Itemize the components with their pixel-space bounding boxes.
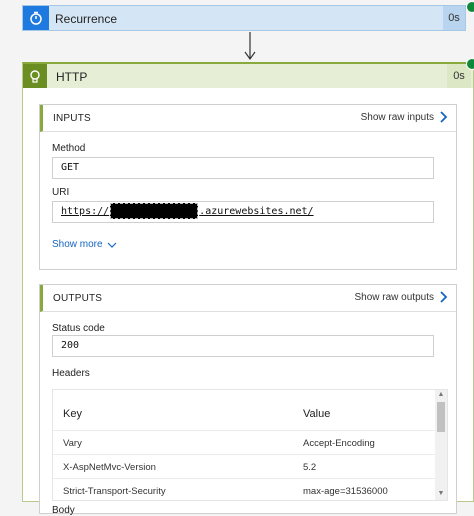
recurrence-status-dot bbox=[466, 1, 474, 13]
globe-icon bbox=[23, 64, 47, 88]
stopwatch-icon bbox=[23, 6, 49, 30]
method-label: Method bbox=[52, 143, 86, 154]
table-divider bbox=[53, 478, 437, 479]
chevron-right-icon[interactable] bbox=[438, 291, 448, 303]
outputs-label: OUTPUTS bbox=[53, 293, 103, 304]
recurrence-card[interactable]: Recurrence 0s bbox=[22, 5, 466, 31]
scroll-up-icon[interactable]: ▲ bbox=[437, 391, 445, 399]
inputs-header: INPUTS Show raw inputs bbox=[40, 105, 456, 132]
inputs-panel: INPUTS Show raw inputs Method GET URI ht… bbox=[39, 104, 457, 270]
table-divider bbox=[53, 430, 437, 431]
table-divider bbox=[53, 454, 437, 455]
row-value: 5.2 bbox=[303, 462, 317, 473]
redacted-host bbox=[110, 203, 199, 219]
http-action-card: HTTP 0s INPUTS Show raw inputs Method GE… bbox=[22, 62, 474, 516]
show-more-link[interactable]: Show more bbox=[52, 239, 117, 250]
headers-table: Key Value Vary Accept-Encoding X-AspNetM… bbox=[52, 389, 448, 501]
flow-arrow-icon bbox=[244, 32, 256, 61]
row-key: X-AspNetMvc-Version bbox=[63, 462, 156, 473]
scroll-down-icon[interactable]: ▼ bbox=[437, 490, 445, 498]
show-raw-inputs-link[interactable]: Show raw inputs bbox=[361, 112, 434, 123]
http-header[interactable]: HTTP 0s bbox=[23, 64, 473, 88]
chevron-right-icon[interactable] bbox=[438, 111, 448, 123]
show-raw-outputs-link[interactable]: Show raw outputs bbox=[355, 292, 435, 303]
uri-suffix: .azurewebsites.net/ bbox=[199, 206, 314, 217]
status-code-label: Status code bbox=[52, 323, 105, 334]
status-code-field: 200 bbox=[52, 335, 434, 357]
uri-label: URI bbox=[52, 187, 70, 198]
col-key-header: Key bbox=[63, 408, 82, 420]
body-label: Body bbox=[52, 505, 75, 516]
outputs-header: OUTPUTS Show raw outputs bbox=[40, 285, 456, 312]
row-key: Vary bbox=[63, 438, 82, 449]
chevron-down-icon bbox=[107, 242, 117, 248]
inputs-label: INPUTS bbox=[53, 113, 91, 124]
method-field: GET bbox=[52, 157, 434, 179]
outputs-panel: OUTPUTS Show raw outputs Status code 200… bbox=[39, 284, 457, 516]
recurrence-title: Recurrence bbox=[55, 12, 118, 26]
row-value: max-age=31536000 bbox=[303, 486, 388, 497]
http-status-dot bbox=[466, 58, 474, 70]
headers-label: Headers bbox=[52, 368, 90, 379]
row-key: Strict-Transport-Security bbox=[63, 486, 166, 497]
table-scrollbar[interactable]: ▲ ▼ bbox=[435, 390, 447, 500]
http-title: HTTP bbox=[56, 70, 88, 84]
uri-field: https:// .azurewebsites.net/ bbox=[52, 201, 434, 223]
uri-prefix: https:// bbox=[61, 206, 110, 217]
recurrence-duration: 0s bbox=[443, 6, 465, 30]
scrollbar-thumb[interactable] bbox=[437, 402, 445, 432]
row-value: Accept-Encoding bbox=[303, 438, 375, 449]
col-value-header: Value bbox=[303, 408, 331, 420]
show-more-label: Show more bbox=[52, 239, 103, 250]
